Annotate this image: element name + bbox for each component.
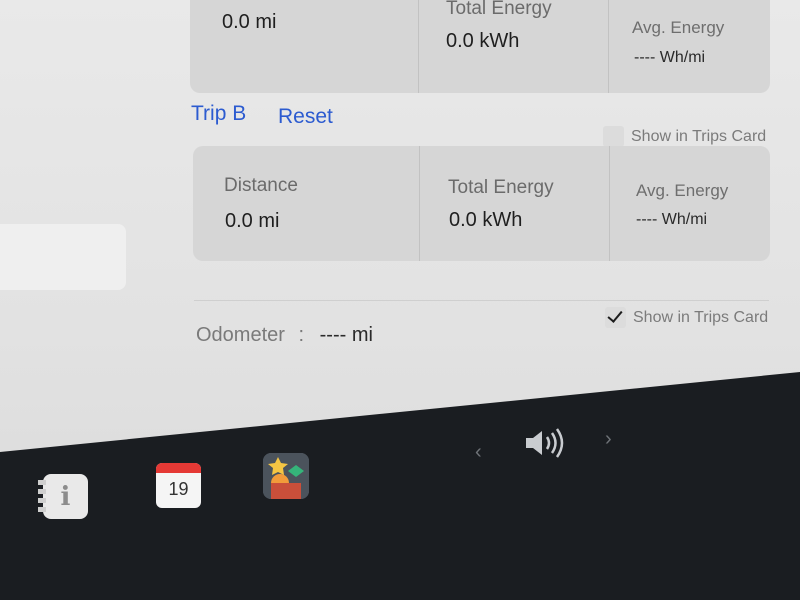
trip-b-energy-value: 0.0 kWh (449, 209, 523, 231)
game-icon[interactable] (263, 453, 309, 499)
app-screen: 0.0 mi Total Energy 0.0 kWh Avg. Energy … (0, 0, 800, 452)
trip-b-divider-1 (419, 146, 420, 261)
left-panel (0, 224, 126, 290)
notes-glyph: i (60, 481, 71, 512)
odometer-row: Odometer : ---- mi (196, 324, 373, 347)
trip-b-avg-label: Avg. Energy (636, 181, 729, 200)
trip-a-divider-1 (418, 0, 419, 93)
trip-a-energy-label: Total Energy (446, 0, 552, 19)
notes-binding-rings (38, 480, 46, 513)
volume-icon-art (526, 428, 564, 458)
trip-b-distance-value: 0.0 mi (225, 210, 280, 232)
trip-b-energy-label: Total Energy (448, 177, 554, 198)
trip-b-reset-button[interactable]: Reset (278, 105, 333, 129)
trip-b-avg-value: ---- Wh/mi (636, 211, 708, 228)
odometer-show-checkbox[interactable] (605, 307, 626, 328)
trip-a-divider-2 (608, 0, 609, 93)
trip-a-distance-value: 0.0 mi (222, 11, 277, 33)
trip-b-card: Distance 0.0 mi Total Energy 0.0 kWh Avg… (193, 146, 770, 261)
calendar-icon[interactable]: 19 (156, 463, 201, 508)
odometer-show-label: Show in Trips Card (633, 308, 769, 326)
odometer-show-in-trips-toggle[interactable]: Show in Trips Card (605, 307, 768, 328)
trip-b-distance-label: Distance (224, 175, 298, 196)
volume-icon[interactable] (522, 428, 568, 458)
section-divider (194, 300, 769, 301)
chevron-right-icon[interactable]: › (605, 428, 612, 451)
trip-a-avg-label: Avg. Energy (632, 18, 725, 37)
trip-b-title: Trip B (191, 102, 247, 125)
chevron-left-icon[interactable]: ‹ (475, 441, 482, 464)
trip-b-divider-2 (609, 146, 610, 261)
trip-a-energy-value: 0.0 kWh (446, 30, 520, 52)
odometer-value: ---- mi (319, 324, 373, 346)
trip-a-avg-value: ---- Wh/mi (634, 49, 706, 66)
odometer-separator: : (298, 324, 305, 346)
notes-icon[interactable]: i (38, 474, 88, 519)
calendar-day: 19 (168, 479, 189, 499)
trip-b-show-in-trips-toggle[interactable]: Show in Trips Card (603, 126, 766, 147)
calendar-header-bar (156, 463, 201, 473)
trip-a-card: 0.0 mi Total Energy 0.0 kWh Avg. Energy … (190, 0, 770, 93)
trip-b-show-label: Show in Trips Card (631, 127, 767, 145)
odometer-label: Odometer (196, 324, 285, 346)
game-icon-art (263, 453, 309, 499)
trip-b-show-checkbox[interactable] (603, 126, 624, 147)
